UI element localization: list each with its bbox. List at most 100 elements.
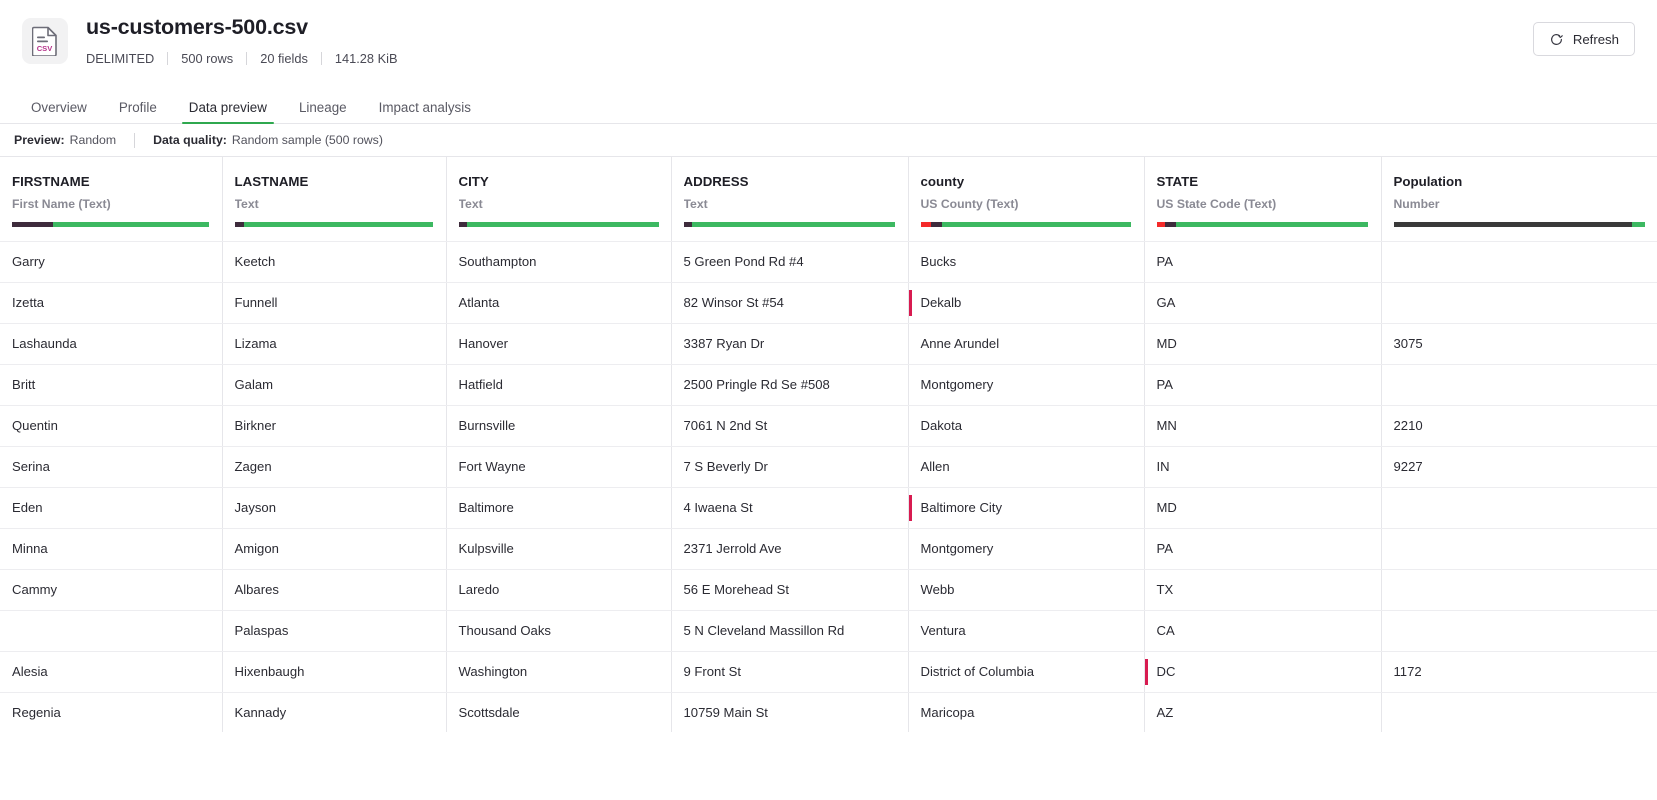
table-cell[interactable]: 1172 — [1381, 651, 1657, 692]
table-cell[interactable] — [1381, 241, 1657, 282]
table-cell[interactable]: MD — [1144, 487, 1381, 528]
table-cell[interactable]: Scottsdale — [446, 692, 671, 732]
table-cell[interactable]: Kulpsville — [446, 528, 671, 569]
table-cell[interactable]: Hixenbaugh — [222, 651, 446, 692]
table-row[interactable]: RegeniaKannadyScottsdale10759 Main StMar… — [0, 692, 1657, 732]
table-cell[interactable]: Maricopa — [908, 692, 1144, 732]
table-row[interactable]: MinnaAmigonKulpsville2371 Jerrold AveMon… — [0, 528, 1657, 569]
table-cell[interactable]: Funnell — [222, 282, 446, 323]
data-preview-grid[interactable]: FIRSTNAMEFirst Name (Text)LASTNAMETextCI… — [0, 157, 1657, 732]
table-cell[interactable]: Serina — [0, 446, 222, 487]
table-cell[interactable]: PA — [1144, 241, 1381, 282]
table-cell[interactable]: Palaspas — [222, 610, 446, 651]
table-cell[interactable]: Atlanta — [446, 282, 671, 323]
table-cell[interactable]: Amigon — [222, 528, 446, 569]
table-cell[interactable]: GA — [1144, 282, 1381, 323]
table-row[interactable]: IzettaFunnellAtlanta82 Winsor St #54Deka… — [0, 282, 1657, 323]
table-cell[interactable]: Zagen — [222, 446, 446, 487]
table-cell[interactable]: Birkner — [222, 405, 446, 446]
refresh-button[interactable]: Refresh — [1533, 22, 1635, 56]
table-cell[interactable]: Lizama — [222, 323, 446, 364]
table-cell[interactable]: CA — [1144, 610, 1381, 651]
table-row[interactable]: AlesiaHixenbaughWashington9 Front StDist… — [0, 651, 1657, 692]
table-cell[interactable] — [1381, 692, 1657, 732]
table-cell[interactable]: Baltimore — [446, 487, 671, 528]
table-row[interactable]: SerinaZagenFort Wayne7 S Beverly DrAllen… — [0, 446, 1657, 487]
table-row[interactable]: GarryKeetchSouthampton5 Green Pond Rd #4… — [0, 241, 1657, 282]
table-cell[interactable]: Burnsville — [446, 405, 671, 446]
table-cell[interactable]: Regenia — [0, 692, 222, 732]
table-cell[interactable]: 9227 — [1381, 446, 1657, 487]
column-header-county[interactable]: countyUS County (Text) — [908, 157, 1144, 241]
table-cell[interactable]: Hatfield — [446, 364, 671, 405]
table-cell[interactable]: MN — [1144, 405, 1381, 446]
table-cell[interactable]: Quentin — [0, 405, 222, 446]
table-cell[interactable] — [1381, 528, 1657, 569]
table-cell[interactable]: Britt — [0, 364, 222, 405]
table-cell[interactable]: DC — [1144, 651, 1381, 692]
table-row[interactable]: CammyAlbaresLaredo56 E Morehead StWebbTX — [0, 569, 1657, 610]
tab-overview[interactable]: Overview — [22, 101, 103, 123]
table-cell[interactable]: Laredo — [446, 569, 671, 610]
table-cell[interactable]: 2500 Pringle Rd Se #508 — [671, 364, 908, 405]
table-cell[interactable]: Baltimore City — [908, 487, 1144, 528]
table-cell[interactable]: Dakota — [908, 405, 1144, 446]
table-cell[interactable]: 82 Winsor St #54 — [671, 282, 908, 323]
tab-profile[interactable]: Profile — [103, 101, 173, 123]
table-cell[interactable]: Eden — [0, 487, 222, 528]
table-cell[interactable]: Hanover — [446, 323, 671, 364]
table-cell[interactable]: 10759 Main St — [671, 692, 908, 732]
table-cell[interactable]: TX — [1144, 569, 1381, 610]
table-cell[interactable]: Keetch — [222, 241, 446, 282]
table-cell[interactable]: AZ — [1144, 692, 1381, 732]
table-cell[interactable]: MD — [1144, 323, 1381, 364]
table-cell[interactable]: Lashaunda — [0, 323, 222, 364]
table-cell[interactable] — [1381, 364, 1657, 405]
table-cell[interactable]: 7061 N 2nd St — [671, 405, 908, 446]
table-row[interactable]: PalaspasThousand Oaks5 N Cleveland Massi… — [0, 610, 1657, 651]
table-cell[interactable]: 7 S Beverly Dr — [671, 446, 908, 487]
table-cell[interactable]: Alesia — [0, 651, 222, 692]
tab-data-preview[interactable]: Data preview — [173, 101, 283, 123]
table-cell[interactable]: Thousand Oaks — [446, 610, 671, 651]
table-cell[interactable]: 4 Iwaena St — [671, 487, 908, 528]
table-row[interactable]: BrittGalamHatfield2500 Pringle Rd Se #50… — [0, 364, 1657, 405]
column-header-firstname[interactable]: FIRSTNAMEFirst Name (Text) — [0, 157, 222, 241]
table-cell[interactable] — [1381, 610, 1657, 651]
table-cell[interactable]: Southampton — [446, 241, 671, 282]
table-cell[interactable]: Anne Arundel — [908, 323, 1144, 364]
table-cell[interactable]: PA — [1144, 364, 1381, 405]
table-cell[interactable]: Galam — [222, 364, 446, 405]
table-cell[interactable]: 9 Front St — [671, 651, 908, 692]
table-cell[interactable]: Minna — [0, 528, 222, 569]
table-cell[interactable]: Washington — [446, 651, 671, 692]
table-cell[interactable]: Bucks — [908, 241, 1144, 282]
table-cell[interactable]: PA — [1144, 528, 1381, 569]
tab-lineage[interactable]: Lineage — [283, 101, 363, 123]
table-cell[interactable]: 3075 — [1381, 323, 1657, 364]
column-header-city[interactable]: CITYText — [446, 157, 671, 241]
table-cell[interactable] — [1381, 569, 1657, 610]
table-cell[interactable]: Allen — [908, 446, 1144, 487]
table-row[interactable]: EdenJaysonBaltimore4 Iwaena StBaltimore … — [0, 487, 1657, 528]
table-row[interactable]: LashaundaLizamaHanover3387 Ryan DrAnne A… — [0, 323, 1657, 364]
table-cell[interactable] — [1381, 487, 1657, 528]
table-cell[interactable]: Montgomery — [908, 528, 1144, 569]
table-cell[interactable]: 5 N Cleveland Massillon Rd — [671, 610, 908, 651]
table-cell[interactable]: 5 Green Pond Rd #4 — [671, 241, 908, 282]
table-cell[interactable]: Ventura — [908, 610, 1144, 651]
table-cell[interactable] — [0, 610, 222, 651]
table-cell[interactable]: Dekalb — [908, 282, 1144, 323]
table-cell[interactable]: Garry — [0, 241, 222, 282]
table-cell[interactable]: IN — [1144, 446, 1381, 487]
table-cell[interactable]: Izetta — [0, 282, 222, 323]
table-cell[interactable] — [1381, 282, 1657, 323]
table-cell[interactable]: Webb — [908, 569, 1144, 610]
table-cell[interactable]: Kannady — [222, 692, 446, 732]
column-header-lastname[interactable]: LASTNAMEText — [222, 157, 446, 241]
table-cell[interactable]: District of Columbia — [908, 651, 1144, 692]
table-cell[interactable]: 56 E Morehead St — [671, 569, 908, 610]
table-cell[interactable]: Albares — [222, 569, 446, 610]
table-cell[interactable]: 3387 Ryan Dr — [671, 323, 908, 364]
column-header-state[interactable]: STATEUS State Code (Text) — [1144, 157, 1381, 241]
